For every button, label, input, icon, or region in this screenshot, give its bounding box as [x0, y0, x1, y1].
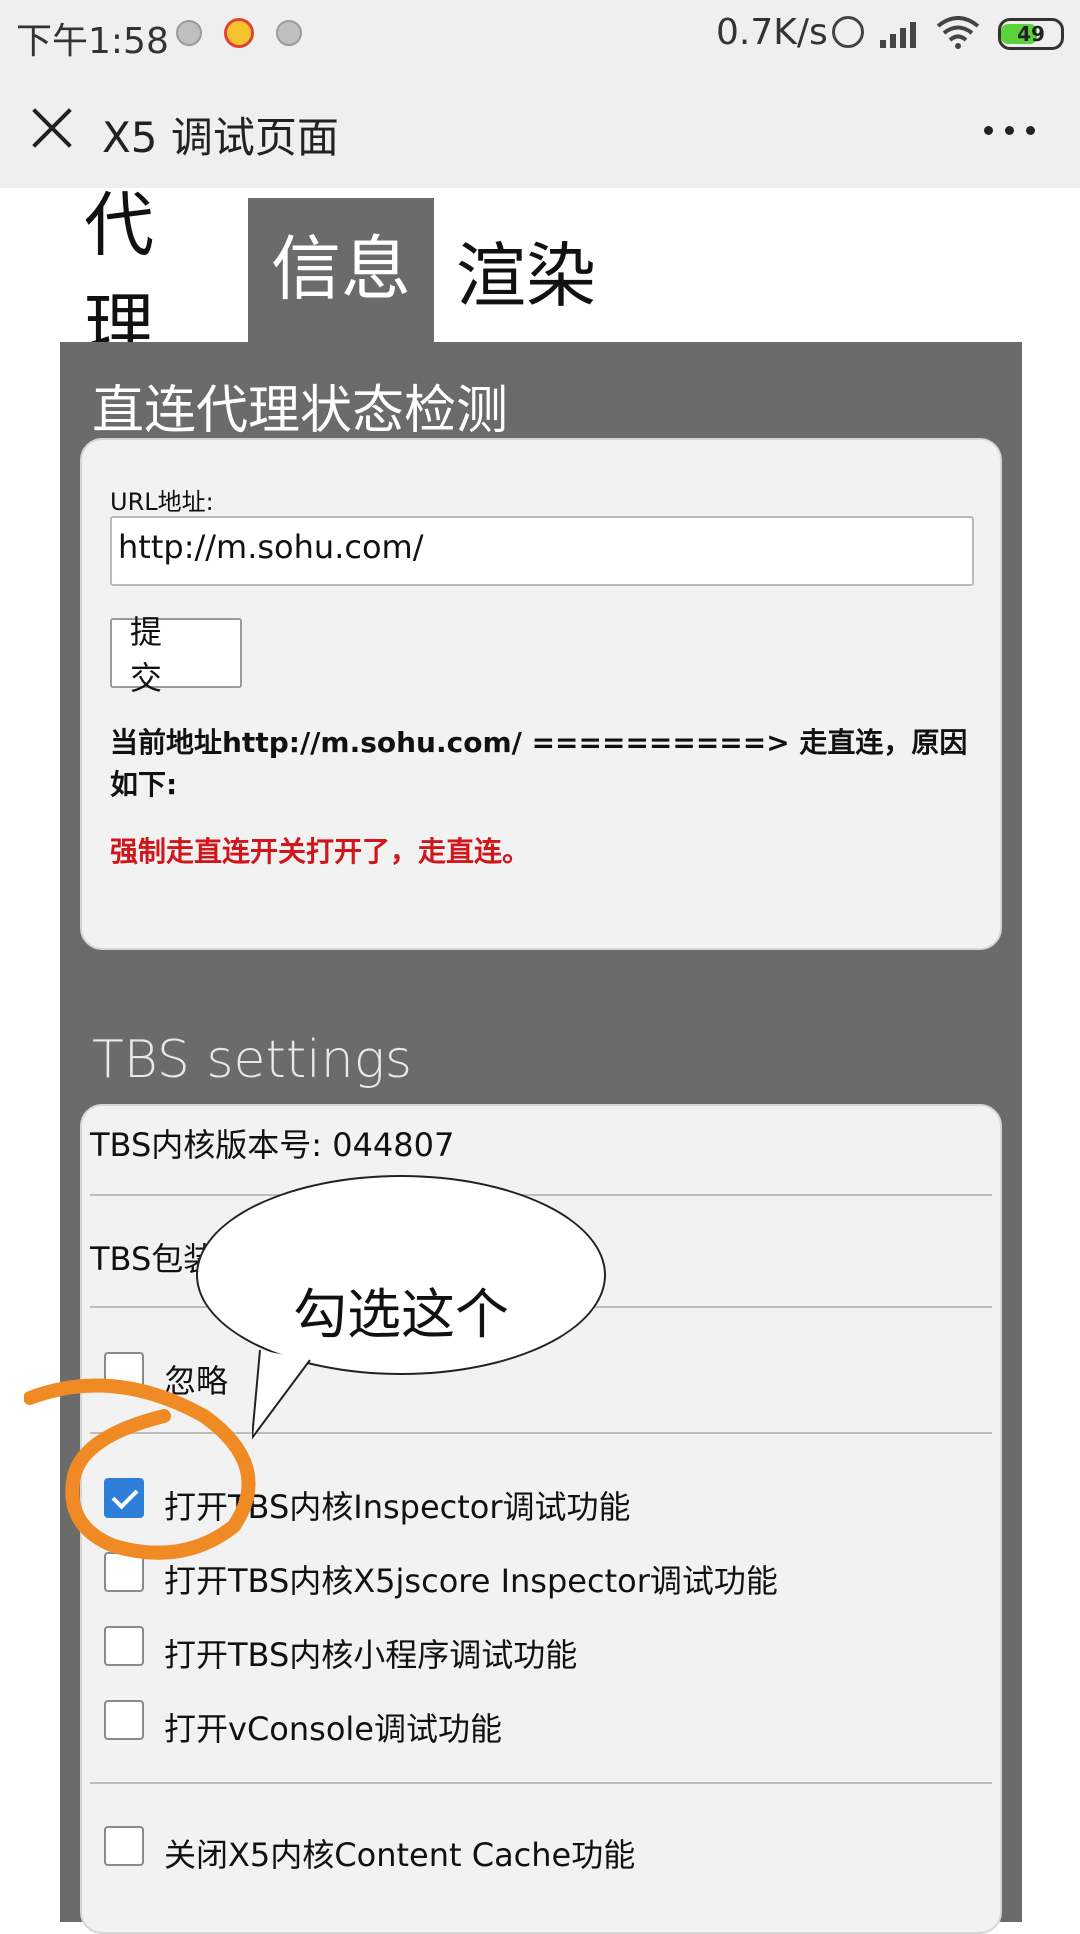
proxy-reason-text: 强制走直连开关打开了，走直连。	[110, 835, 531, 868]
annotation-text: 勾选这个	[293, 1283, 509, 1346]
tbs-section-title: TBS settings	[92, 1030, 412, 1090]
checkbox-miniprogram[interactable]	[104, 1626, 144, 1666]
divider	[90, 1782, 992, 1784]
proxy-section-title: 直连代理状态检测	[92, 381, 509, 441]
url-label: URL地址:	[110, 488, 214, 516]
alarm-icon	[832, 16, 864, 48]
annotation-highlight-circle	[24, 1378, 256, 1560]
page-title: X5 调试页面	[102, 113, 339, 162]
wifi-icon	[936, 16, 980, 49]
checkbox-vconsole[interactable]	[104, 1700, 144, 1740]
submit-button[interactable]: 提 交	[110, 613, 242, 697]
more-icon[interactable]	[984, 126, 1036, 136]
notification-dot-icon	[176, 20, 202, 46]
checkbox-miniprogram-label: 打开TBS内核小程序调试功能	[164, 1636, 578, 1674]
checkbox-vconsole-label: 打开vConsole调试功能	[164, 1710, 502, 1748]
notification-dot-icon	[276, 20, 302, 46]
status-bar: 下午1:58 0.7K/s 49	[0, 0, 1080, 68]
status-time: 下午1:58	[16, 21, 169, 62]
battery-level: 49	[1017, 22, 1045, 46]
weibo-icon	[224, 18, 254, 48]
network-speed: 0.7K/s	[716, 12, 828, 53]
divider	[90, 1194, 992, 1196]
checkbox-content-cache[interactable]	[104, 1826, 144, 1866]
checkbox-content-cache-label: 关闭X5内核Content Cache功能	[164, 1836, 636, 1874]
proxy-status-text: 当前地址http://m.sohu.com/ ==========> 走直连，原…	[110, 726, 968, 801]
close-icon[interactable]	[30, 106, 74, 150]
signal-icon	[880, 18, 924, 48]
tbs-core-version: TBS内核版本号: 044807	[90, 1126, 455, 1164]
battery-icon: 49	[998, 18, 1064, 50]
tab-info[interactable]: 信息	[248, 198, 434, 342]
url-input[interactable]: http://m.sohu.com/	[110, 516, 974, 586]
tab-render[interactable]: 渲染	[456, 198, 596, 342]
tab-proxy[interactable]: 代理	[84, 184, 220, 367]
